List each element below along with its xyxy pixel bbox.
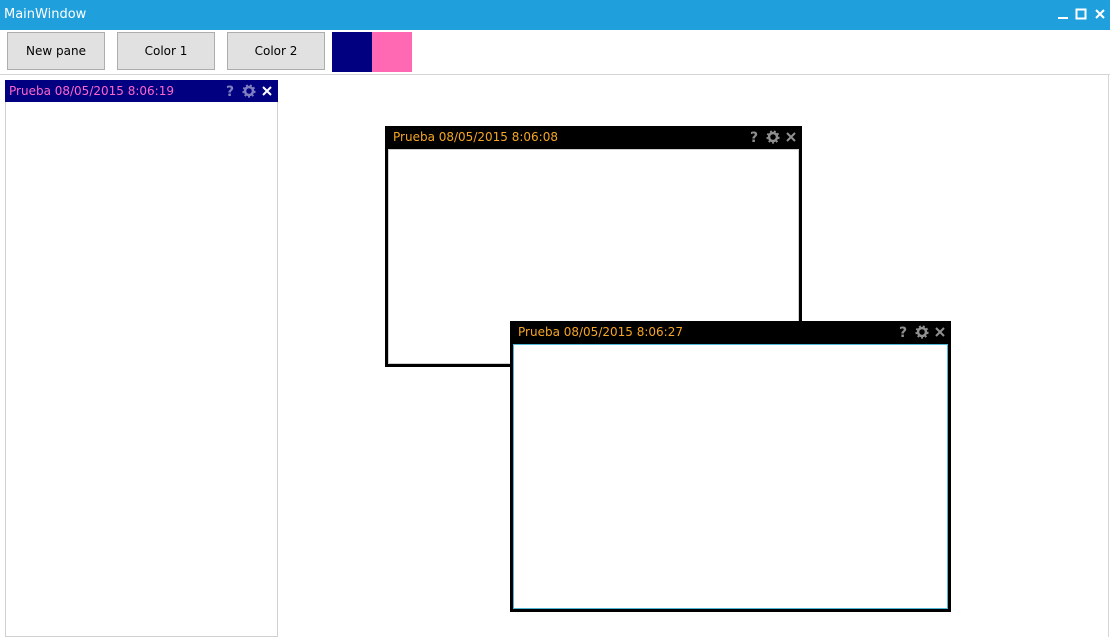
svg-text:?: ?: [899, 325, 907, 340]
maximize-icon[interactable]: [1074, 7, 1088, 21]
close-icon[interactable]: [933, 324, 947, 340]
color1-button[interactable]: Color 1: [117, 32, 215, 70]
docked-pane-title: Prueba 08/05/2015 8:06:19: [9, 84, 174, 98]
help-icon[interactable]: ?: [748, 129, 762, 145]
svg-text:?: ?: [226, 84, 234, 99]
close-icon[interactable]: [784, 129, 798, 145]
floating-pane-2-header[interactable]: Prueba 08/05/2015 8:06:27 ?: [510, 321, 951, 343]
gear-icon[interactable]: [242, 83, 256, 99]
help-icon[interactable]: ?: [224, 83, 238, 99]
window-title: MainWindow: [4, 7, 87, 22]
floating-pane-1-title: Prueba 08/05/2015 8:06:08: [393, 130, 558, 144]
workspace-border: [1108, 74, 1109, 637]
close-icon[interactable]: [1093, 7, 1107, 21]
floating-pane-1-header[interactable]: Prueba 08/05/2015 8:06:08 ?: [385, 126, 802, 148]
color2-button[interactable]: Color 2: [227, 32, 325, 70]
floating-pane-2[interactable]: Prueba 08/05/2015 8:06:27 ?: [510, 321, 951, 612]
minimize-icon[interactable]: [1056, 7, 1070, 21]
docked-pane-header[interactable]: Prueba 08/05/2015 8:06:19 ?: [5, 80, 278, 102]
gear-icon[interactable]: [915, 324, 929, 340]
svg-text:?: ?: [750, 130, 758, 145]
docked-pane[interactable]: Prueba 08/05/2015 8:06:19 ?: [5, 80, 278, 637]
floating-pane-2-title: Prueba 08/05/2015 8:06:27: [518, 325, 683, 339]
color1-swatch: [332, 32, 372, 72]
help-icon[interactable]: ?: [897, 324, 911, 340]
color2-swatch: [372, 32, 412, 72]
floating-pane-2-body: [513, 344, 948, 609]
window-titlebar[interactable]: MainWindow: [0, 0, 1110, 30]
new-pane-button[interactable]: New pane: [7, 32, 105, 70]
gear-icon[interactable]: [766, 129, 780, 145]
close-icon[interactable]: [260, 83, 274, 99]
